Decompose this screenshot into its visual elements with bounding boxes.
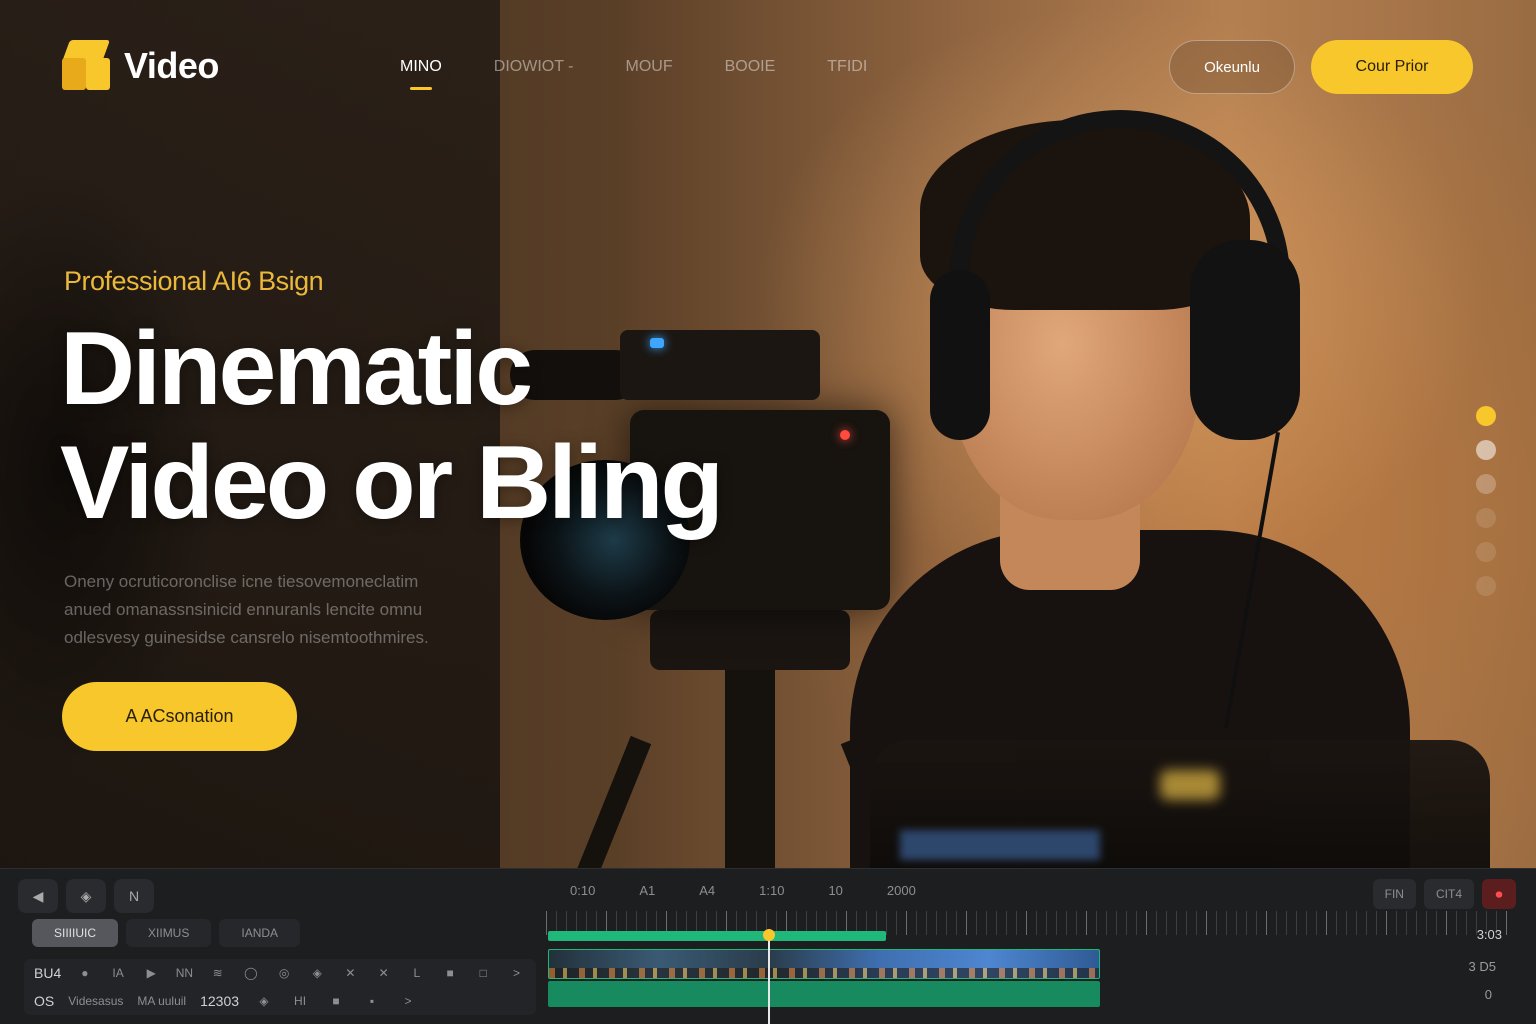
track-controls: BU4 ● IA ▶ NN ≋ ◯ ◎ ◈ ✕ ✕ L ■ □ > OS Vid… (24, 959, 536, 1015)
editor-right-tools: FIN CIT4 ⏺ (1372, 879, 1516, 909)
hi-icon[interactable]: HI (289, 994, 311, 1008)
nav-item-2[interactable]: DIOWIOT - (494, 58, 574, 76)
record-icon[interactable]: ⏺ (1482, 879, 1516, 909)
editor-tabs: SIIIIUIC XIIMUS IANDA (32, 919, 301, 947)
editor-tab-2[interactable]: XIIMUS (126, 919, 212, 947)
circle-icon[interactable]: ◯ (241, 966, 260, 980)
diamond-icon[interactable]: ◈ (308, 966, 327, 980)
slider-dot-5[interactable] (1476, 542, 1496, 562)
cross-icon[interactable]: ✕ (374, 966, 393, 980)
video-clip[interactable] (548, 949, 1100, 979)
track-value-2: 0 (1484, 987, 1492, 1002)
timecode: 12303 (200, 993, 240, 1009)
editor-tab-1[interactable]: SIIIIUIC (32, 919, 119, 947)
ia-icon[interactable]: IA (108, 966, 127, 980)
lede-line: odlesvesy guinesidse cansrelo nisemtooth… (64, 628, 429, 647)
editor-toolbar: ◀ ◈ N (18, 879, 154, 913)
track-label: BU4 (34, 965, 62, 981)
clip-name: Videsasus (68, 994, 124, 1008)
l-icon[interactable]: L (407, 966, 426, 980)
track-row-1: BU4 ● IA ▶ NN ≋ ◯ ◎ ◈ ✕ ✕ L ■ □ > (24, 959, 536, 987)
record-dot-icon[interactable]: ● (75, 966, 94, 980)
timeline[interactable] (546, 911, 1516, 1024)
square-icon[interactable]: ■ (440, 966, 459, 980)
playhead[interactable] (768, 929, 770, 1024)
audio-clip[interactable] (548, 981, 1100, 1007)
ruler-label: 2000 (886, 883, 916, 898)
slider-dots (1476, 406, 1496, 596)
slider-dot-1[interactable] (1476, 406, 1496, 426)
hero-eyebrow: Professional AI6 Bsign (64, 266, 324, 296)
hero-description: Oneny ocruticoronclise icne tiesovemonec… (64, 568, 604, 652)
diamond-icon[interactable]: ◈ (253, 994, 275, 1008)
hero-action-button[interactable]: A ACsonation (62, 682, 297, 751)
tool-icon[interactable]: ◈ (66, 879, 106, 913)
fit-button[interactable]: FIN (1372, 879, 1416, 909)
small-square-icon[interactable]: ▪ (361, 994, 383, 1008)
ruler-label: A1 (639, 883, 656, 898)
clip-sub: MA uuluil (137, 994, 187, 1008)
lede-line: anued omanassnsinicid ennuranls lencite … (64, 600, 423, 619)
square-outline-icon[interactable]: □ (474, 966, 493, 980)
cross-icon[interactable]: ✕ (341, 966, 360, 980)
headline-line-2: Video or Bling (60, 425, 724, 541)
render-progress-bar (548, 931, 886, 941)
playhead-handle[interactable] (763, 929, 775, 941)
back-icon[interactable]: ◀ (18, 879, 58, 913)
slider-dot-3[interactable] (1476, 474, 1496, 494)
play-icon[interactable]: ▶ (142, 966, 161, 980)
slider-dot-4[interactable] (1476, 508, 1496, 528)
track-label: OS (34, 993, 55, 1009)
video-timeline-editor: ◀ ◈ N 0:10 A1 A4 1:10 10 2000 FIN CIT4 ⏺… (0, 868, 1536, 1024)
slider-dot-2[interactable] (1476, 440, 1496, 460)
mode-icon[interactable]: N (114, 879, 154, 913)
main-nav: MINO DIOWIOT - MOUF BOOIE TFIDI (400, 58, 867, 90)
ruler-label: 0:10 (570, 883, 596, 898)
brand-name: Video (124, 45, 219, 86)
track-value-1: 3 D5 (1468, 959, 1496, 974)
ruler-label: 10 (828, 883, 843, 898)
chevron-right-icon[interactable]: > (397, 994, 419, 1008)
track-row-2: OS Videsasus MA uuluil 12303 ◈ HI ■ ▪ > (24, 987, 536, 1015)
foreground-equipment (870, 740, 1490, 880)
brand-logo[interactable]: Video (61, 40, 219, 92)
chevron-right-icon[interactable]: > (507, 966, 526, 980)
cta-button[interactable]: Cour Prior (1311, 40, 1473, 94)
ruler-label: A4 (699, 883, 716, 898)
wave-icon[interactable]: ≋ (208, 966, 227, 980)
square-icon[interactable]: ■ (325, 994, 347, 1008)
nav-item-1[interactable]: MINO (400, 58, 442, 90)
cube-logo-icon (61, 40, 111, 92)
ruler-label: 1:10 (759, 883, 785, 898)
hero-headline: Dinematic Video or Bling (60, 311, 724, 541)
target-icon[interactable]: ◎ (274, 966, 293, 980)
cut-button[interactable]: CIT4 (1423, 879, 1474, 909)
nav-item-3[interactable]: MOUF (625, 58, 672, 76)
nav-item-4[interactable]: BOOIE (725, 58, 776, 76)
lede-line: Oneny ocruticoronclise icne tiesovemonec… (64, 572, 419, 591)
headline-line-1: Dinematic (60, 311, 533, 427)
nn-icon[interactable]: NN (175, 966, 194, 980)
slider-dot-6[interactable] (1476, 576, 1496, 596)
editor-tab-3[interactable]: IANDA (219, 919, 301, 947)
ruler-labels: 0:10 A1 A4 1:10 10 2000 (570, 883, 916, 898)
secondary-button[interactable]: Okeunlu (1169, 40, 1295, 94)
current-time: 3:03 (1476, 927, 1502, 942)
nav-item-5[interactable]: TFIDI (827, 58, 867, 76)
